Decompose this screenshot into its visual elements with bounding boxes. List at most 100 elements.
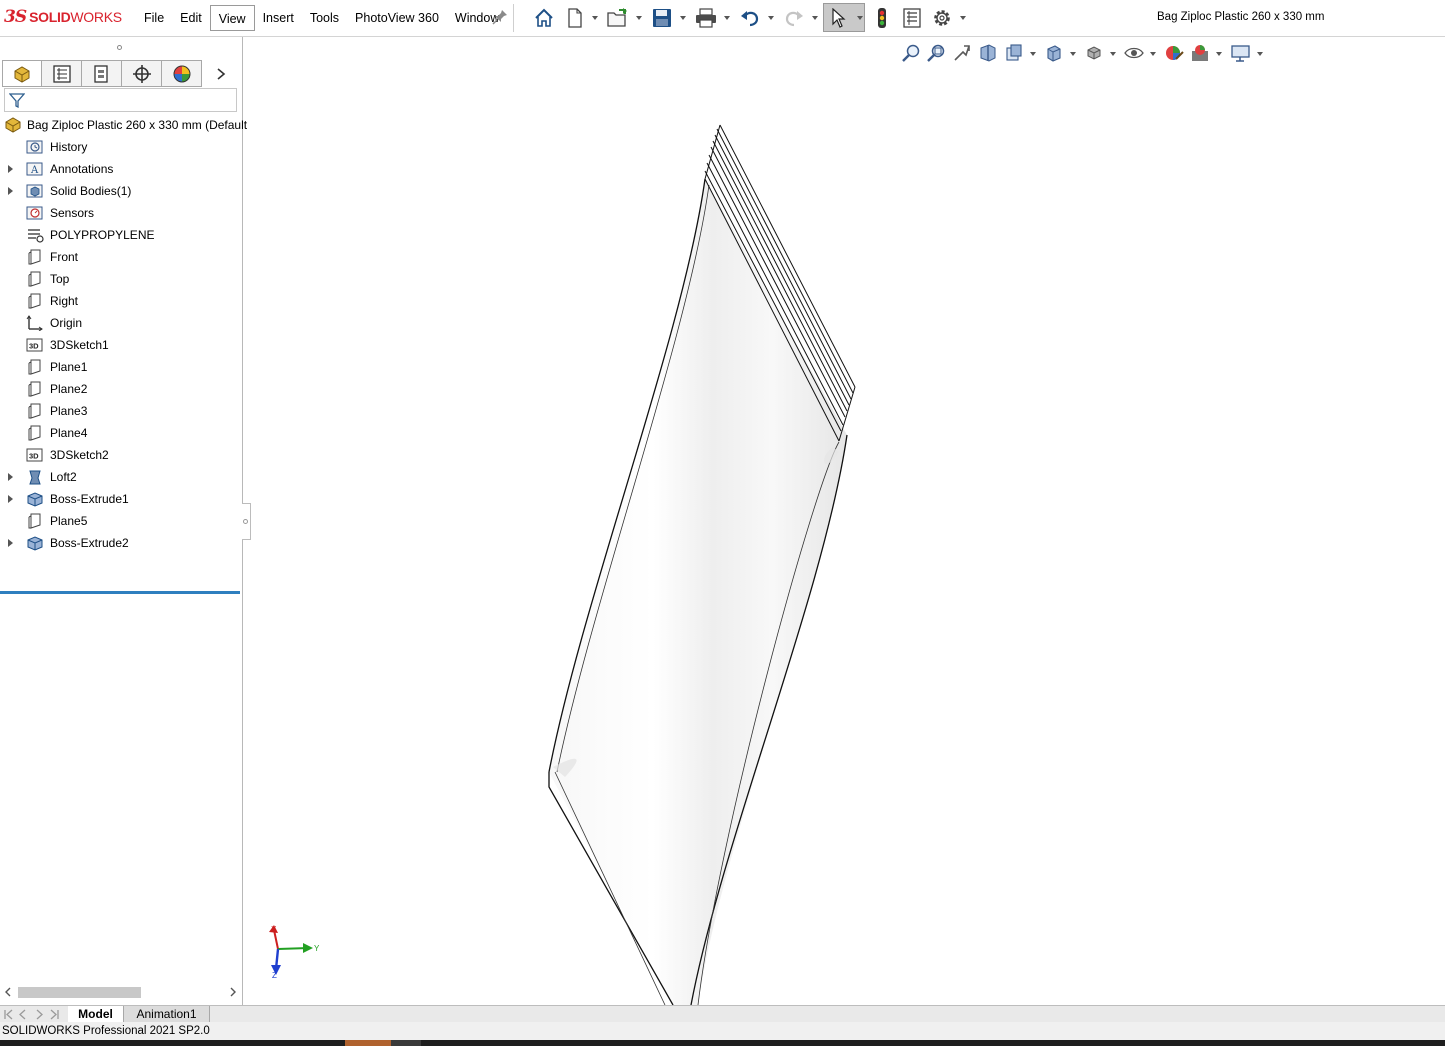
- tree-item-origin[interactable]: Origin: [0, 312, 241, 334]
- tree-item-label: Plane1: [50, 360, 88, 374]
- zoom-to-area-icon[interactable]: [926, 43, 946, 63]
- scene-dropdown-chevron-icon[interactable]: [1216, 52, 1222, 56]
- tree-item-annotations[interactable]: A Annotations: [0, 158, 241, 180]
- plane-icon: [28, 513, 41, 529]
- expand-arrow-icon[interactable]: [8, 495, 13, 503]
- section-view-icon[interactable]: [978, 43, 998, 63]
- tab-model[interactable]: Model: [68, 1006, 124, 1022]
- tree-item-history[interactable]: History: [0, 136, 241, 158]
- file-properties-icon[interactable]: [901, 7, 923, 29]
- tab-navigation-arrows-icon[interactable]: [3, 1009, 65, 1020]
- menu-insert[interactable]: Insert: [255, 5, 302, 31]
- tree-item-front[interactable]: Front: [0, 246, 241, 268]
- panel-grip-icon[interactable]: [117, 45, 122, 50]
- tree-item-3dsketch1[interactable]: 3D 3DSketch1: [0, 334, 241, 356]
- expand-arrow-icon[interactable]: [8, 539, 13, 547]
- scroll-right-icon[interactable]: [229, 987, 237, 997]
- save-dropdown-chevron-icon[interactable]: [680, 16, 686, 20]
- tree-item-top[interactable]: Top: [0, 268, 241, 290]
- menu-tools[interactable]: Tools: [302, 5, 347, 31]
- tree-item-plane2[interactable]: Plane2: [0, 378, 241, 400]
- tree-root-part[interactable]: Bag Ziploc Plastic 260 x 330 mm (Default: [0, 114, 247, 136]
- view-settings-monitor-icon[interactable]: [1230, 43, 1252, 63]
- menu-edit[interactable]: Edit: [172, 5, 210, 31]
- undo-icon[interactable]: [739, 7, 761, 29]
- model-tabs-bar: Model Animation1: [0, 1005, 1445, 1023]
- tree-item-plane4[interactable]: Plane4: [0, 422, 241, 444]
- tab-animation1[interactable]: Animation1: [124, 1006, 210, 1022]
- redo-dropdown-chevron-icon[interactable]: [812, 16, 818, 20]
- expand-arrow-icon[interactable]: [8, 473, 13, 481]
- home-icon[interactable]: [533, 7, 555, 29]
- graphics-area[interactable]: X Y Z: [243, 37, 1445, 1005]
- tree-item-right[interactable]: Right: [0, 290, 241, 312]
- open-dropdown-chevron-icon[interactable]: [636, 16, 642, 20]
- scrollbar-thumb[interactable]: [18, 987, 141, 998]
- tree-item-label: Plane3: [50, 404, 88, 418]
- print-dropdown-chevron-icon[interactable]: [724, 16, 730, 20]
- tree-item-loft2[interactable]: Loft2: [0, 466, 241, 488]
- tree-item-polypropylene[interactable]: POLYPROPYLENE: [0, 224, 241, 246]
- view-settings-dropdown-chevron-icon[interactable]: [1257, 52, 1263, 56]
- new-document-icon[interactable]: [565, 7, 585, 29]
- tree-item-3dsketch2[interactable]: 3D 3DSketch2: [0, 444, 241, 466]
- solidworks-logo[interactable]: 3S SOLIDWORKS: [4, 6, 122, 28]
- hide-show-items-icon[interactable]: [1124, 43, 1144, 63]
- menu-view[interactable]: View: [209, 5, 255, 31]
- tree-filter-field[interactable]: [4, 88, 237, 112]
- options-gear-icon[interactable]: [931, 7, 953, 29]
- menu-photoview[interactable]: PhotoView 360: [347, 5, 447, 31]
- ziploc-bag-model[interactable]: X Y Z: [243, 37, 1445, 1005]
- tree-item-plane1[interactable]: Plane1: [0, 356, 241, 378]
- view-orientation-dropdown-chevron-icon[interactable]: [1070, 52, 1076, 56]
- tree-item-boss-extrude2[interactable]: Boss-Extrude2: [0, 532, 241, 554]
- rebuild-traffic-light-icon[interactable]: [873, 7, 891, 29]
- previous-view-icon[interactable]: [952, 43, 972, 63]
- tree-item-solid-bodies-1[interactable]: Solid Bodies(1): [0, 180, 241, 202]
- display-style-dropdown-chevron-icon[interactable]: [1110, 52, 1116, 56]
- edit-appearance-icon[interactable]: [1164, 43, 1184, 63]
- save-icon[interactable]: [651, 7, 673, 29]
- expand-arrow-icon[interactable]: [8, 187, 13, 195]
- select-tool-button[interactable]: [823, 3, 865, 32]
- tree-item-label: Top: [50, 272, 70, 286]
- tree-item-sensors[interactable]: Sensors: [0, 202, 241, 224]
- display-style-icon[interactable]: [1084, 43, 1104, 63]
- tab-display-manager[interactable]: [162, 60, 202, 87]
- view-orientation-icon[interactable]: [1044, 43, 1064, 63]
- select-dropdown-chevron-icon[interactable]: [857, 16, 863, 20]
- new-dropdown-chevron-icon[interactable]: [592, 16, 598, 20]
- open-folder-icon[interactable]: [606, 7, 630, 29]
- tree-item-plane3[interactable]: Plane3: [0, 400, 241, 422]
- apply-scene-icon[interactable]: [1190, 43, 1210, 63]
- triad-z-label: Z: [272, 971, 277, 980]
- tab-configuration-manager[interactable]: [82, 60, 122, 87]
- zoom-to-fit-icon[interactable]: [901, 43, 921, 63]
- plane-icon: [28, 249, 41, 265]
- tree-item-plane5[interactable]: Plane5: [0, 510, 241, 532]
- undo-dropdown-chevron-icon[interactable]: [768, 16, 774, 20]
- hide-show-dropdown-chevron-icon[interactable]: [1150, 52, 1156, 56]
- 3d-sketch-icon: 3D: [26, 338, 43, 352]
- options-dropdown-chevron-icon[interactable]: [960, 16, 966, 20]
- loft-icon: [29, 470, 41, 485]
- expand-arrow-icon[interactable]: [8, 165, 13, 173]
- pin-menu-icon[interactable]: [492, 9, 508, 25]
- tree-item-label: Solid Bodies(1): [50, 184, 132, 198]
- dynamic-annotation-views-icon[interactable]: [1004, 43, 1024, 63]
- redo-icon[interactable]: [783, 7, 805, 29]
- menu-file[interactable]: File: [136, 5, 172, 31]
- tree-item-boss-extrude1[interactable]: Boss-Extrude1: [0, 488, 241, 510]
- scroll-left-icon[interactable]: [4, 987, 12, 997]
- tabs-more-chevron-icon[interactable]: [202, 60, 240, 87]
- rollback-bar[interactable]: [0, 591, 240, 594]
- annotation-views-dropdown-chevron-icon[interactable]: [1030, 52, 1036, 56]
- tab-dimxpert-manager[interactable]: [122, 60, 162, 87]
- tab-property-manager[interactable]: [42, 60, 82, 87]
- svg-text:3D: 3D: [29, 452, 39, 461]
- ds-logo-mark: 3S: [4, 7, 27, 27]
- tab-feature-manager[interactable]: [2, 60, 42, 87]
- tree-horizontal-scrollbar[interactable]: [0, 984, 241, 1000]
- filter-funnel-icon: [9, 93, 25, 108]
- print-icon[interactable]: [694, 7, 718, 29]
